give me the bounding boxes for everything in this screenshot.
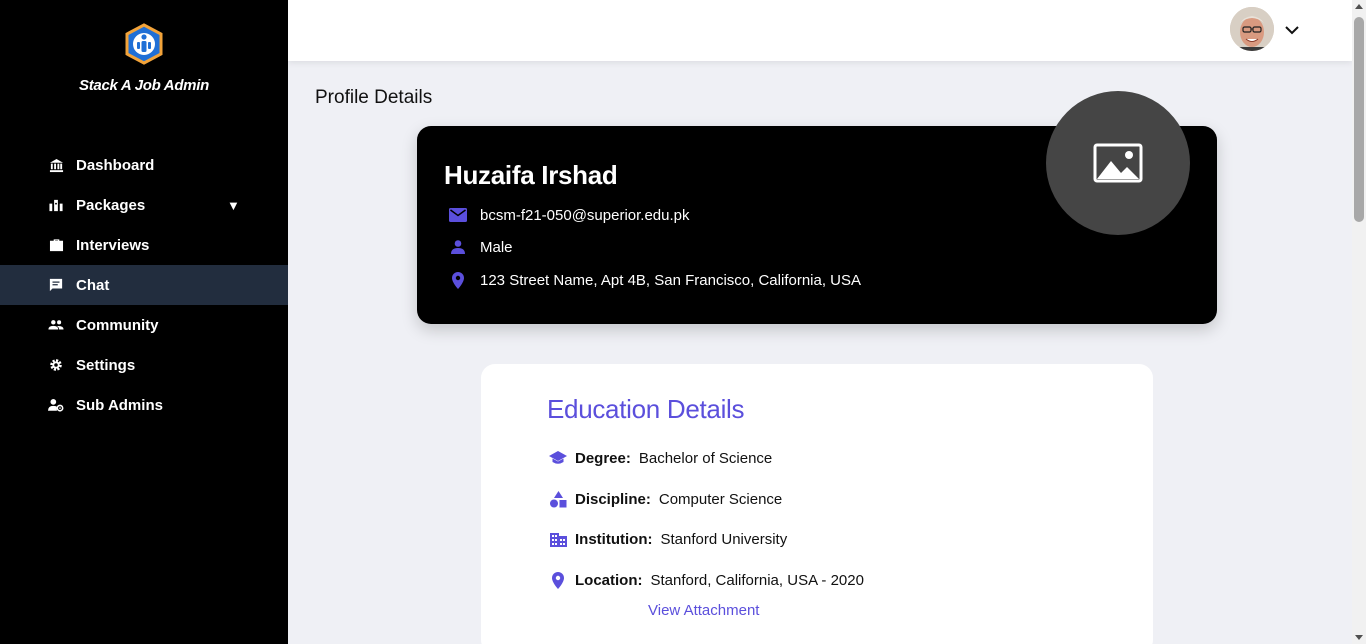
profile-gender-row: Male	[449, 238, 513, 256]
sidebar-item-chat[interactable]: Chat	[0, 265, 288, 305]
person-icon	[449, 238, 467, 256]
institution-value: Stanford University	[660, 530, 788, 548]
scroll-down-arrow-icon[interactable]	[1355, 635, 1363, 640]
profile-name: Huzaifa Irshad	[444, 160, 618, 190]
discipline-label: Discipline:	[575, 490, 651, 508]
discipline-value: Computer Science	[658, 490, 783, 508]
location-pin-icon	[549, 571, 567, 589]
location-value: Stanford, California, USA - 2020	[650, 571, 864, 589]
sidebar-item-sub-admins[interactable]: Sub Admins	[0, 385, 288, 425]
profile-address: 123 Street Name, Apt 4B, San Francisco, …	[480, 271, 862, 289]
chevron-down-icon[interactable]	[1283, 21, 1301, 39]
sidebar-item-dashboard[interactable]: Dashboard	[0, 145, 288, 185]
sidebar-item-label: Sub Admins	[76, 396, 163, 414]
profile-photo[interactable]	[1046, 91, 1190, 235]
user-avatar[interactable]	[1230, 7, 1274, 51]
sidebar-item-label: Chat	[76, 276, 110, 294]
sidebar-nav: Dashboard Packages ▼ Interviews Chat Com…	[0, 145, 288, 425]
location-label: Location:	[575, 571, 643, 589]
education-title: Education Details	[547, 394, 745, 424]
location-pin-icon	[449, 271, 467, 289]
mail-icon	[449, 206, 467, 224]
graduation-cap-icon	[549, 449, 567, 467]
sidebar-item-settings[interactable]: Settings	[0, 345, 288, 385]
page-scrollbar[interactable]	[1352, 0, 1366, 644]
profile-email: bcsm-f21-050@superior.edu.pk	[480, 206, 690, 224]
packages-icon	[48, 197, 64, 213]
building-icon	[549, 530, 567, 548]
scroll-up-arrow-icon[interactable]	[1355, 4, 1363, 9]
edu-institution-row: Institution: Stanford University	[549, 530, 787, 548]
shapes-icon	[549, 490, 567, 508]
view-attachment-link[interactable]: View Attachment	[648, 602, 759, 619]
education-card: Education Details Degree: Bachelor of Sc…	[481, 364, 1153, 644]
scrollbar-thumb[interactable]	[1354, 17, 1364, 222]
profile-address-row: 123 Street Name, Apt 4B, San Francisco, …	[449, 271, 861, 289]
sidebar-item-packages[interactable]: Packages ▼	[0, 185, 288, 225]
sidebar-item-label: Settings	[76, 356, 136, 374]
top-bar	[288, 0, 1352, 61]
sidebar-item-label: Interviews	[76, 236, 150, 254]
page-title: Profile Details	[315, 87, 433, 108]
stack-a-job-logo	[125, 23, 163, 65]
profile-gender: Male	[480, 238, 513, 256]
sidebar-item-label: Dashboard	[76, 156, 155, 174]
institution-label: Institution:	[575, 530, 653, 548]
people-icon	[48, 317, 64, 333]
edu-discipline-row: Discipline: Computer Science	[549, 490, 782, 508]
briefcase-icon	[48, 237, 64, 253]
sidebar: Stack A Job Admin Dashboard Packages ▼ I…	[0, 0, 288, 644]
user-gear-icon	[48, 397, 64, 413]
edu-location-row: Location: Stanford, California, USA - 20…	[549, 571, 864, 589]
bank-icon	[48, 157, 64, 173]
profile-email-row: bcsm-f21-050@superior.edu.pk	[449, 206, 690, 224]
chat-icon	[48, 277, 64, 293]
sidebar-item-interviews[interactable]: Interviews	[0, 225, 288, 265]
sidebar-item-community[interactable]: Community	[0, 305, 288, 345]
packages-caret-icon[interactable]: ▼	[227, 198, 240, 213]
brand-name: Stack A Job Admin	[79, 77, 209, 94]
edu-degree-row: Degree: Bachelor of Science	[549, 449, 772, 467]
degree-value: Bachelor of Science	[638, 449, 773, 467]
sidebar-item-label: Community	[76, 316, 159, 334]
sidebar-item-label: Packages	[76, 196, 146, 214]
degree-label: Degree:	[575, 449, 631, 467]
gear-icon	[48, 357, 64, 373]
image-icon	[1093, 143, 1143, 183]
